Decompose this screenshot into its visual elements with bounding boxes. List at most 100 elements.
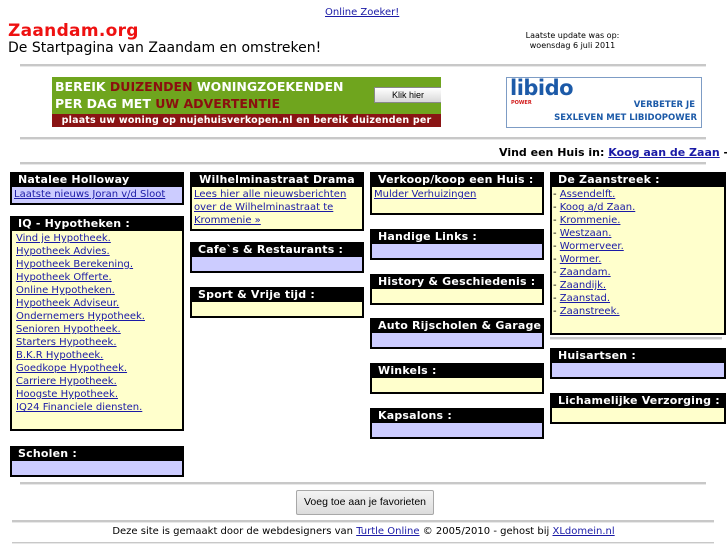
banner-line-2: PER DAG MET UW ADVERTENTIE (55, 96, 281, 111)
divider (12, 542, 714, 544)
bullet: - (553, 254, 560, 265)
hypotheek-link[interactable]: Hypotheek Adviseur. (16, 297, 180, 310)
box-title: History & Geschiedenis : (372, 274, 542, 289)
footer: Deze site is gemaakt door de webdesigner… (0, 526, 727, 537)
zaanstreek-item: - Wormerveer. (553, 240, 722, 253)
bullet: - (553, 228, 560, 239)
box-title: Sport & Vrije tijd : (192, 287, 362, 302)
vind-huis-label: Vind een Huis in: (499, 146, 609, 159)
zaanstreek-link[interactable]: Zaanstad. (560, 293, 610, 304)
box-title: Lichamelijke Verzorging : (552, 393, 724, 408)
box-history-geschiedenis: History & Geschiedenis : (370, 274, 544, 305)
banner-ad-nujehuisverkopen[interactable]: BEREIK DUIZENDEN WONINGZOEKENDEN PER DAG… (52, 77, 441, 127)
turtle-online-link[interactable]: Turtle Online (356, 526, 419, 537)
bullet: - (553, 306, 560, 317)
box-title: Handige Links : (372, 229, 542, 244)
divider (20, 137, 706, 140)
zaanstreek-link[interactable]: Wormer. (560, 254, 602, 265)
box-verkoop-koop-huis: Verkoop/koop een Huis : Mulder Verhuizin… (370, 172, 544, 215)
hypotheek-link[interactable]: Carriere Hypotheek. (16, 375, 180, 388)
libido-power-label: POWER (511, 100, 532, 106)
box-cafes-restaurants: Cafe`s & Restaurants : (190, 242, 364, 273)
box-handige-links: Handige Links : (370, 229, 544, 260)
box-auto-rijscholen-garage: Auto Rijscholen & Garage : (370, 318, 550, 349)
separator: - (720, 146, 727, 159)
box-title: De Zaanstreek : (552, 172, 724, 187)
update-label: Laatste update was op: (525, 31, 620, 40)
box-title: Verkoop/koop een Huis : (372, 172, 542, 187)
box-title: Natalee Holloway (12, 172, 182, 187)
box-de-zaanstreek: De Zaanstreek : - Assendelft. - Koog a/d… (550, 172, 726, 335)
bullet: - (553, 241, 560, 252)
zaanstreek-item: - Zaandam. (553, 266, 722, 279)
box-title: Auto Rijscholen & Garage : (372, 318, 550, 333)
box-title: IQ - Hypotheken : (12, 216, 182, 231)
hypotheek-link[interactable]: Hypotheek Advies. (16, 245, 180, 258)
site-title: Zaandam.org (8, 21, 139, 41)
divider (550, 337, 722, 340)
hypotheek-link[interactable]: B.K.R Hypotheek. (16, 349, 180, 362)
zaanstreek-item: - Zaanstreek. (553, 305, 722, 318)
hypotheek-link[interactable]: Starters Hypotheek. (16, 336, 180, 349)
box-title: Scholen : (12, 446, 182, 461)
footer-text: © 2005/2010 - gehost bij (419, 526, 553, 537)
hypotheek-link[interactable]: Vind je Hypotheek. (16, 232, 180, 245)
zaanstreek-item: - Assendelft. (553, 188, 722, 201)
divider (12, 520, 714, 523)
mulder-verhuizingen-link[interactable]: Mulder Verhuizingen (374, 188, 540, 201)
zaanstreek-link[interactable]: Wormerveer. (560, 241, 624, 252)
hypotheek-link[interactable]: Hypotheek Offerte. (16, 271, 180, 284)
zaanstreek-link[interactable]: Krommenie. (560, 215, 621, 226)
divider (20, 482, 706, 485)
box-huisartsen: Huisartsen : (550, 348, 726, 379)
xldomein-link[interactable]: XLdomein.nl (552, 526, 614, 537)
zaanstreek-link[interactable]: Assendelft. (560, 189, 615, 200)
zaanstreek-item: - Zaandijk. (553, 279, 722, 292)
zaanstreek-link[interactable]: Zaandam. (560, 267, 611, 278)
box-scholen: Scholen : (10, 446, 184, 477)
bullet: - (553, 280, 560, 291)
hypotheek-link[interactable]: Online Hypotheken. (16, 284, 180, 297)
box-winkels: Winkels : (370, 363, 544, 394)
add-to-favorites-button[interactable]: Voeg toe aan je favorieten (296, 490, 434, 515)
banner-line-1: BEREIK DUIZENDEN WONINGZOEKENDEN (55, 79, 344, 94)
hypotheek-link[interactable]: Hypotheek Berekening. (16, 258, 180, 271)
wilhelmina-news-link[interactable]: Lees hier alle nieuwsberichten over de W… (194, 189, 346, 226)
zaanstreek-item: - Krommenie. (553, 214, 722, 227)
footer-text: Deze site is gemaakt door de webdesigner… (112, 526, 357, 537)
bullet: - (553, 189, 560, 200)
online-zoeker-link[interactable]: Online Zoeker! (325, 7, 399, 18)
zaanstreek-link[interactable]: Zaandijk. (560, 280, 606, 291)
divider (20, 162, 706, 165)
hypotheek-link[interactable]: Hoogste Hypotheek. (16, 388, 180, 401)
hypotheek-link[interactable]: Goedkope Hypotheek. (16, 362, 180, 375)
update-date: woensdag 6 juli 2011 (529, 41, 616, 50)
natalee-news-link[interactable]: Laatste nieuws Joran v/d Sloot (14, 188, 180, 201)
libido-line-2: SEXLEVEN MET LIBIDOPOWER (554, 113, 697, 123)
zaanstreek-link[interactable]: Zaanstreek. (560, 306, 620, 317)
vind-huis-koog-link[interactable]: Koog aan de Zaan (608, 146, 719, 159)
zaanstreek-item: - Westzaan. (553, 227, 722, 240)
zaanstreek-item: - Zaanstad. (553, 292, 722, 305)
hypotheek-link[interactable]: IQ24 Financiele diensten. (16, 401, 180, 414)
box-wilhelminastraat-drama: Wilhelminastraat Drama Lees hier alle ni… (190, 172, 364, 231)
bullet: - (553, 267, 560, 278)
bullet: - (553, 215, 560, 226)
hypotheek-link[interactable]: Senioren Hypotheek. (16, 323, 180, 336)
bullet: - (553, 202, 560, 213)
zaanstreek-link[interactable]: Koog a/d Zaan. (560, 202, 635, 213)
banner-strip-text: plaats uw woning op nujehuisverkopen.nl … (52, 114, 441, 127)
box-lichamelijke-verzorging: Lichamelijke Verzorging : (550, 393, 726, 424)
banner-ad-libidopower[interactable]: libido POWER VERBETER JE SEXLEVEN MET LI… (506, 76, 702, 128)
hypotheek-link[interactable]: Ondernemers Hypotheek. (16, 310, 180, 323)
zaanstreek-item: - Koog a/d Zaan. (553, 201, 722, 214)
box-sport-vrije-tijd: Sport & Vrije tijd : (190, 287, 364, 318)
box-title: Cafe`s & Restaurants : (192, 242, 362, 257)
divider (20, 64, 706, 67)
zaanstreek-link[interactable]: Westzaan. (560, 228, 612, 239)
libido-line-1: VERBETER JE (633, 100, 695, 110)
box-natalee-holloway: Natalee Holloway Laatste nieuws Joran v/… (10, 172, 184, 205)
libido-logo: libido (510, 76, 574, 100)
last-update: Laatste update was op: woensdag 6 juli 2… (500, 31, 645, 51)
banner-klik-hier-button[interactable]: Klik hier (374, 87, 441, 103)
